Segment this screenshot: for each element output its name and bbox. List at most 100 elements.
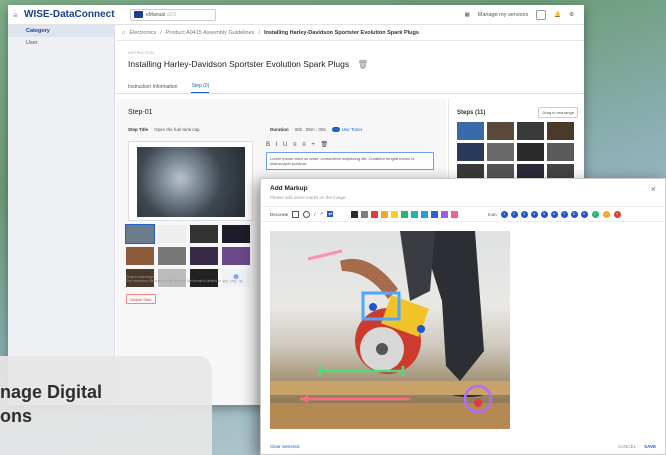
clear-selected-button[interactable]: Clear Selected — [270, 444, 300, 449]
pink-line-mark[interactable] — [307, 249, 343, 261]
use-timer-toggle[interactable]: Use Timer — [331, 127, 362, 133]
step-main-image[interactable] — [128, 141, 253, 221]
color-swatch[interactable] — [451, 210, 459, 218]
cancel-button[interactable]: CANCEL — [618, 444, 636, 449]
step-title-input[interactable]: Open the fuel tank cap — [154, 127, 264, 132]
editor-toolbar[interactable]: B I U ≡ ≡ + 🗑 — [266, 141, 440, 148]
color-swatch[interactable] — [371, 210, 379, 218]
top-bar: ≡ WISE-DataConnect eManual v3.0 ▦ Manage… — [8, 5, 584, 25]
engine-photo — [137, 147, 245, 217]
thumbnail[interactable] — [222, 247, 250, 265]
number-icon[interactable]: 7 — [560, 210, 568, 218]
dialog-title: Add Markup — [270, 185, 308, 192]
number-icon[interactable]: 2 — [510, 210, 518, 218]
thumbnail[interactable] — [190, 247, 218, 265]
grid-icon[interactable] — [536, 9, 547, 20]
dialog-footer: Clear Selected CANCEL SAVE — [261, 438, 665, 454]
step-thumbnail[interactable] — [547, 143, 574, 161]
number-icon[interactable]: 4 — [530, 210, 538, 218]
color-swatch[interactable] — [411, 210, 419, 218]
circle-tool-icon[interactable] — [303, 210, 311, 218]
color-swatch[interactable] — [381, 210, 389, 218]
number-icon[interactable]: 9 — [580, 210, 588, 218]
step-thumbnail[interactable] — [517, 122, 544, 140]
step-title-label: Step Title — [128, 127, 149, 133]
home-icon[interactable]: ⌂ — [122, 30, 125, 36]
step-thumbnail[interactable] — [457, 143, 484, 161]
rearrange-button[interactable]: Drag to rearrange — [538, 107, 578, 118]
color-swatches — [351, 210, 459, 218]
thumbnail[interactable] — [190, 225, 218, 243]
sidebar-item-category[interactable]: Category — [8, 25, 114, 37]
thumbnail[interactable] — [222, 225, 250, 243]
file-size-hint: The maximum file size is 5MB, and the fi… — [126, 279, 243, 283]
step-thumbnail[interactable] — [487, 143, 514, 161]
color-swatch[interactable] — [391, 210, 399, 218]
warning-marker[interactable] — [474, 399, 482, 407]
thumbnail[interactable] — [158, 247, 186, 265]
line-tool-icon[interactable]: / — [314, 212, 315, 217]
wood-plank — [270, 403, 510, 429]
breadcrumb-item[interactable]: Product A0415 Assembly Guidelines — [166, 30, 255, 36]
color-swatch[interactable] — [401, 210, 409, 218]
color-swatch[interactable] — [431, 210, 439, 218]
check-icon[interactable]: ✓ — [591, 210, 599, 218]
thumbnail[interactable] — [125, 224, 155, 244]
decorate-label: Decorate — [270, 211, 289, 217]
color-swatch[interactable] — [361, 210, 369, 218]
sidebar-item-user[interactable]: User — [8, 37, 114, 49]
editor-text-area[interactable]: Lorem ipsum dolor sit amet, consectetur … — [266, 152, 434, 171]
steps-grid — [449, 122, 584, 182]
thumbnail[interactable] — [158, 225, 186, 243]
warning-icon[interactable]: ! — [602, 210, 610, 218]
app-logo: WISE-DataConnect — [24, 9, 115, 20]
sidebar: Category User — [8, 25, 115, 405]
app-selector[interactable]: eManual v3.0 — [130, 8, 216, 21]
step-thumbnail[interactable] — [457, 122, 484, 140]
arrow-tool-icon[interactable]: ↗ — [320, 211, 324, 217]
close-icon[interactable]: × — [651, 184, 656, 194]
app-selector-label: eManual — [146, 11, 166, 18]
app-selector-version: v3.0 — [166, 11, 177, 18]
tab-instruction-info[interactable]: Instruction Information — [128, 84, 177, 93]
number-marker[interactable] — [417, 325, 425, 333]
step-heading: Step-01 — [128, 109, 153, 116]
color-swatch[interactable] — [441, 210, 449, 218]
thumbnail[interactable] — [126, 247, 154, 265]
step-fields: Step Title Open the fuel tank cap Durati… — [128, 127, 438, 133]
add-markup-dialog: Add Markup Please add some marks on the … — [260, 178, 666, 455]
number-icon[interactable]: 8 — [570, 210, 578, 218]
bell-icon[interactable]: 🔔 — [554, 12, 561, 18]
markup-canvas[interactable] — [270, 231, 510, 429]
color-swatch[interactable] — [421, 210, 429, 218]
rectangle-tool-icon[interactable] — [292, 210, 300, 218]
number-icon[interactable]: 3 — [520, 210, 528, 218]
menu-icon[interactable]: ≡ — [13, 11, 18, 20]
delete-step-button[interactable]: Delete Step — [126, 294, 156, 304]
step-thumbnail[interactable] — [487, 122, 514, 140]
tab-step[interactable]: Step (0) — [191, 83, 210, 93]
number-icon[interactable]: 6 — [550, 210, 558, 218]
settings-icon[interactable]: ⚙ — [569, 12, 574, 18]
step-thumbnail[interactable] — [547, 122, 574, 140]
step-thumbnail[interactable] — [517, 143, 544, 161]
cross-icon[interactable]: × — [613, 210, 621, 218]
duration-label: Duration — [270, 127, 289, 133]
double-arrow-tool-icon[interactable]: ⇄ — [327, 211, 334, 217]
number-marker[interactable] — [369, 303, 377, 311]
number-icon[interactable]: 5 — [540, 210, 548, 218]
manage-services-link[interactable]: Manage my services — [478, 12, 528, 18]
number-icon[interactable]: 1 — [500, 210, 508, 218]
tab-bar: Instruction Information Step (0) — [116, 80, 584, 94]
services-icon: ▦ — [464, 11, 470, 18]
steps-title: Steps (11) — [457, 109, 486, 116]
breadcrumb-item[interactable]: Electronics — [129, 30, 156, 36]
breadcrumb: ⌂ Electronics / Product A0415 Assembly Gu… — [116, 25, 584, 41]
dialog-subtitle: Please add some marks on the image. — [270, 195, 347, 200]
icon-label: Icon — [488, 211, 497, 217]
number-icons: 123456789 — [500, 210, 588, 218]
save-button[interactable]: SAVE — [644, 444, 656, 449]
color-swatch[interactable] — [351, 210, 359, 218]
delete-icon[interactable]: 🗑 — [357, 59, 368, 69]
duration-input[interactable]: 00h : 05m : 30s — [295, 127, 326, 132]
